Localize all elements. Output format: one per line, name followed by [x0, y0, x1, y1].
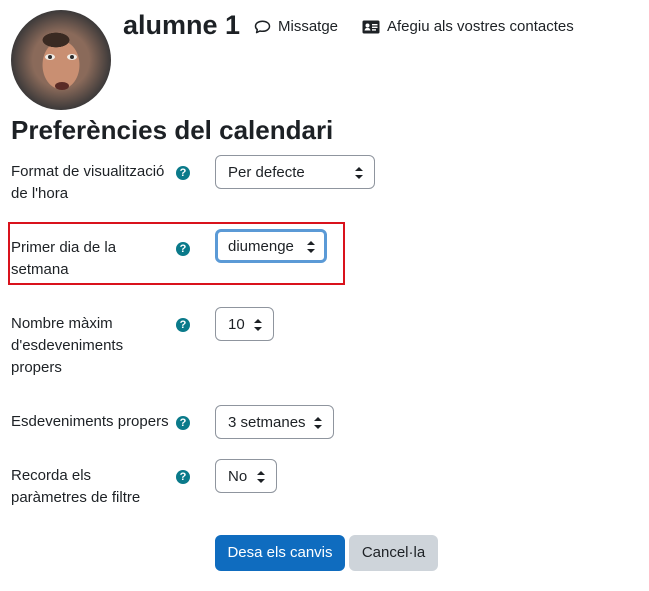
time-format-value: Per defecte [228, 164, 305, 181]
profile-name: alumne 1 [123, 10, 241, 40]
user-avatar [11, 10, 111, 110]
help-icon[interactable]: ? [176, 416, 190, 430]
select-arrows-icon [257, 471, 265, 483]
max-events-select[interactable]: 10 [215, 307, 274, 341]
avatar-mouth [55, 82, 69, 90]
cancel-button[interactable]: Cancel·la [349, 535, 438, 571]
avatar-eye [67, 54, 77, 60]
help-icon[interactable]: ? [176, 318, 190, 332]
upcoming-select[interactable]: 3 setmanes [215, 405, 334, 439]
help-icon[interactable]: ? [176, 470, 190, 484]
remember-filters-label: Recorda els paràmetres de filtre [11, 467, 141, 506]
remember-filters-select[interactable]: No [215, 459, 277, 493]
select-arrows-icon [314, 417, 322, 429]
first-day-value: diumenge [228, 238, 294, 255]
upcoming-value: 3 setmanes [228, 414, 306, 431]
help-icon[interactable]: ? [176, 166, 190, 180]
message-label: Missatge [278, 18, 339, 35]
time-format-label: Format de visualització de l'hora [11, 163, 165, 202]
avatar-eye [45, 54, 55, 60]
upcoming-label: Esdeveniments propers [11, 413, 169, 430]
time-format-select[interactable]: Per defecte [215, 155, 375, 189]
page-title: Preferències del calendari [11, 115, 334, 145]
add-contact-label: Afegiu als vostres contactes [387, 18, 574, 35]
max-events-value: 10 [228, 316, 245, 333]
message-link[interactable]: Missatge [254, 17, 338, 37]
help-icon[interactable]: ? [176, 242, 190, 256]
select-arrows-icon [307, 241, 315, 253]
save-button[interactable]: Desa els canvis [215, 535, 345, 571]
remember-filters-value: No [228, 468, 248, 485]
select-arrows-icon [254, 319, 262, 331]
select-arrows-icon [355, 167, 363, 179]
max-events-label: Nombre màxim d'esdeveniments propers [11, 315, 124, 376]
add-contact-link[interactable]: Afegiu als vostres contactes [362, 17, 574, 37]
first-day-select[interactable]: diumenge [215, 229, 327, 263]
chat-bubble-icon [254, 20, 271, 34]
first-day-label: Primer dia de la setmana [11, 239, 117, 278]
address-card-icon [362, 20, 380, 34]
